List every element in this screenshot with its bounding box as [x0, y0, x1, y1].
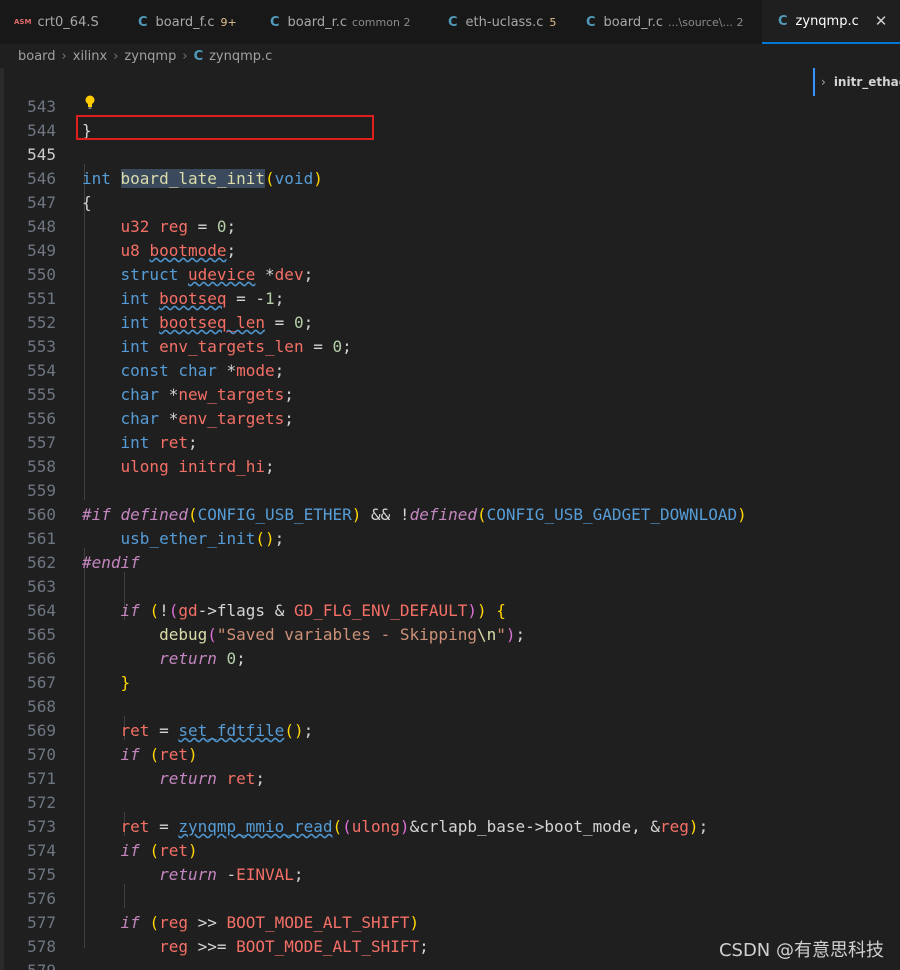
code-line[interactable]: 565 return 0; — [0, 599, 900, 668]
breadcrumb: board › xilinx › zynqmp › C zynqmp.c — [0, 44, 900, 68]
problem-count-badge: 5 — [549, 15, 557, 29]
watermark: CSDN @有意思科技 — [718, 940, 884, 961]
code-line[interactable]: 543 } — [0, 71, 900, 140]
code-line[interactable]: 558 — [0, 431, 900, 476]
code-line[interactable]: 552 int env_targets_len = 0; — [0, 287, 900, 356]
tab-label: board_r.c — [603, 14, 664, 30]
sticky-scroll-label: initr_ethaddr — [833, 75, 900, 89]
chevron-right-icon: › — [61, 48, 67, 64]
tab-label: zynqmp.c — [795, 13, 859, 29]
annotation-highlight-box — [76, 115, 374, 140]
code-line[interactable]: 551 int bootseq_len = 0; — [0, 263, 900, 332]
chevron-right-icon: › — [182, 48, 188, 64]
sticky-scroll-widget[interactable]: › initr_ethaddr — [813, 68, 900, 96]
asm-file-icon: ASM — [14, 18, 32, 26]
c-file-icon: C — [138, 14, 148, 30]
code-line[interactable]: 576 if (reg >> BOOT_MODE_ALT_SHIFT) — [0, 863, 900, 932]
code-line[interactable]: 570 return ret; — [0, 719, 900, 788]
tab-crt0-64[interactable]: ASM crt0_64.S — [14, 0, 99, 44]
code-editor[interactable]: 543 } 544 545 int board_late_init(void) … — [0, 68, 900, 970]
code-line[interactable]: 563 if (!(gd->flags & GD_FLG_ENV_DEFAULT… — [0, 551, 900, 620]
breadcrumb-file[interactable]: zynqmp.c — [209, 49, 272, 64]
breadcrumb-item[interactable]: zynqmp — [124, 49, 176, 64]
close-icon[interactable]: ✕ — [875, 12, 888, 30]
tab-zynqmp[interactable]: C zynqmp.c ✕ — [762, 0, 900, 44]
code-line[interactable]: 566 } — [0, 623, 900, 692]
code-line[interactable]: 547 u32 reg = 0; — [0, 167, 900, 236]
c-file-icon: C — [193, 48, 204, 64]
code-line[interactable]: 562 — [0, 527, 900, 572]
tab-board-r-common[interactable]: C board_r.c common 2 — [270, 0, 410, 44]
code-line[interactable]: 555 char *env_targets; — [0, 359, 900, 428]
tab-eth-uclass[interactable]: C eth-uclass.c 5 — [448, 0, 556, 44]
code-line[interactable]: 554 char *new_targets; — [0, 335, 900, 404]
tab-label: eth-uclass.c — [465, 14, 544, 30]
breadcrumb-item[interactable]: board — [18, 49, 56, 64]
c-file-icon: C — [778, 13, 788, 29]
code-line[interactable]: 577 reg >>= BOOT_MODE_ALT_SHIFT; — [0, 887, 900, 956]
code-line[interactable]: 569 if (ret) — [0, 695, 900, 764]
code-line[interactable]: 575 — [0, 839, 900, 884]
problem-count-badge: 9+ — [220, 15, 237, 29]
tab-board-r-source[interactable]: C board_r.c ...\source\... 2 — [586, 0, 743, 44]
code-line[interactable]: 560 usb_ether_init(); — [0, 479, 900, 548]
code-line[interactable]: 557 ulong initrd_hi; — [0, 407, 900, 476]
code-line[interactable]: 553 const char *mode; — [0, 311, 900, 380]
c-file-icon: C — [270, 14, 280, 30]
code-line[interactable]: 550 int bootseq = -1; — [0, 239, 900, 308]
code-line[interactable]: 568 ret = set_fdtfile(); — [0, 671, 900, 740]
c-file-icon: C — [586, 14, 596, 30]
code-line[interactable]: 572 ret = zynqmp_mmio_read((ulong)&crlap… — [0, 767, 900, 836]
code-line[interactable]: 559 #if defined(CONFIG_USB_ETHER) && !de… — [0, 455, 900, 524]
code-line[interactable]: 578 — [0, 911, 900, 956]
tab-description: common 2 — [352, 15, 411, 29]
code-line[interactable]: 549 struct udevice *dev; — [0, 215, 900, 284]
chevron-right-icon: › — [113, 48, 119, 64]
c-file-icon: C — [448, 14, 458, 30]
chevron-right-icon: › — [821, 75, 826, 89]
tab-label: board_r.c — [287, 14, 348, 30]
code-line[interactable]: 567 — [0, 647, 900, 692]
code-line[interactable]: 574 return -EINVAL; — [0, 815, 900, 884]
code-line[interactable]: 548 u8 bootmode; — [0, 191, 900, 260]
code-line[interactable]: 564 debug("Saved variables - Skipping\n"… — [0, 575, 900, 644]
code-line[interactable]: 556 int ret; — [0, 383, 900, 452]
tab-description: ...\source\... 2 — [668, 15, 744, 29]
lightbulb-icon[interactable] — [84, 95, 96, 109]
code-line[interactable]: 546 { — [0, 143, 900, 212]
code-line[interactable]: 573 if (ret) — [0, 791, 900, 860]
code-line[interactable]: 571 — [0, 743, 900, 788]
code-line[interactable]: 561 #endif — [0, 503, 900, 572]
tab-board-f[interactable]: C board_f.c 9+ — [138, 0, 237, 44]
breadcrumb-item[interactable]: xilinx — [73, 49, 107, 64]
tab-bar: ASM crt0_64.S C board_f.c 9+ C board_r.c… — [0, 0, 900, 45]
tab-label: board_f.c — [155, 14, 215, 30]
tab-label: crt0_64.S — [37, 14, 99, 30]
